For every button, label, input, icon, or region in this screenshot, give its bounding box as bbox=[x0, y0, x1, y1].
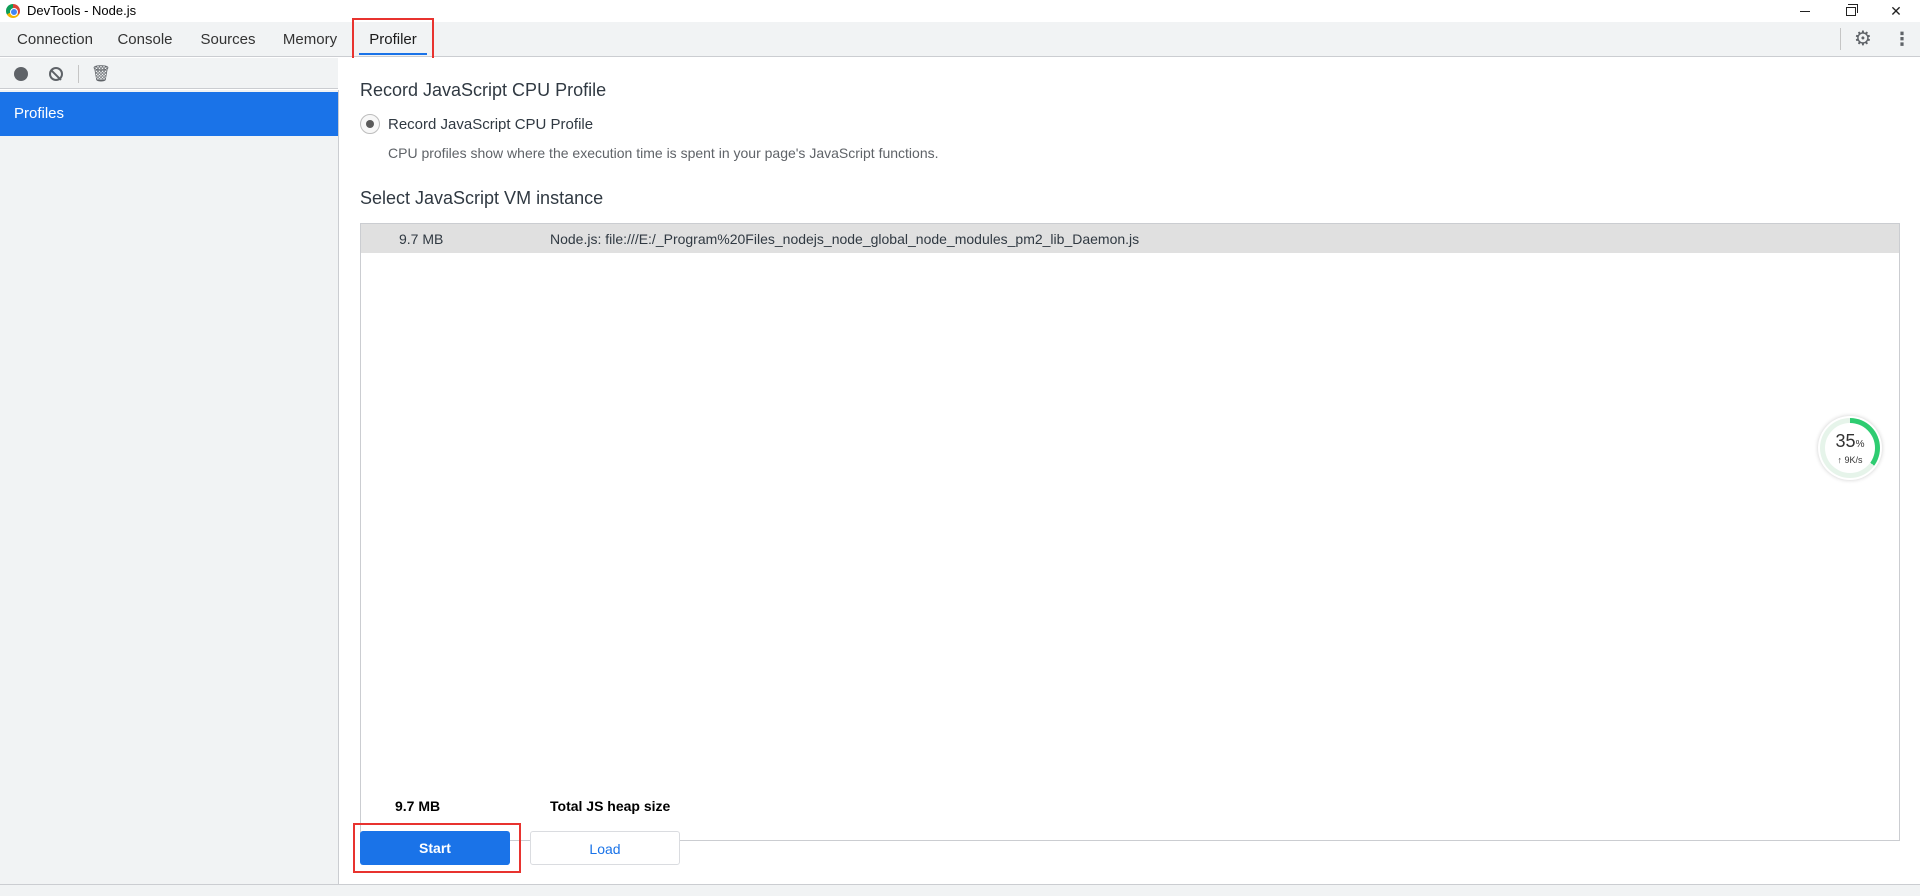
speed-percent: 35% bbox=[1825, 431, 1875, 452]
speed-inner: 35% ↑ 9K/s bbox=[1825, 423, 1875, 473]
minimize-button[interactable] bbox=[1785, 0, 1825, 22]
tab-console[interactable]: Console bbox=[117, 22, 173, 57]
kebab-menu-icon[interactable]: ⋮ bbox=[1893, 28, 1911, 50]
speed-percent-value: 35 bbox=[1835, 431, 1856, 451]
total-heap-size-label: Total JS heap size bbox=[550, 798, 671, 814]
restore-icon bbox=[1846, 3, 1858, 16]
profiler-main-panel: Record JavaScript CPU Profile Record Jav… bbox=[340, 58, 1920, 884]
chrome-icon bbox=[6, 4, 20, 18]
minimize-icon bbox=[1800, 10, 1810, 12]
speed-rate: ↑ 9K/s bbox=[1837, 455, 1863, 465]
cpu-profile-radio-label[interactable]: Record JavaScript CPU Profile bbox=[388, 116, 593, 133]
load-button[interactable]: Load bbox=[530, 831, 680, 865]
close-button[interactable]: ✕ bbox=[1876, 0, 1916, 22]
speed-progress-ring: 35% ↑ 9K/s bbox=[1820, 418, 1880, 478]
vm-instance-list: 9.7 MB Node.js: file:///E:/_Program%20Fi… bbox=[360, 223, 1900, 841]
toolbar-divider bbox=[78, 65, 79, 83]
drawer-bar bbox=[0, 884, 1920, 896]
toolbar-divider bbox=[1840, 28, 1841, 50]
vm-instance-heading: Select JavaScript VM instance bbox=[360, 188, 604, 208]
trash-icon: 🗑 bbox=[90, 66, 112, 83]
clear-button[interactable] bbox=[45, 63, 67, 85]
gear-icon[interactable]: ⚙ bbox=[1852, 28, 1874, 50]
sidebar-item-profiles[interactable]: Profiles bbox=[0, 92, 338, 136]
window-title: DevTools - Node.js bbox=[27, 3, 137, 18]
tab-memory[interactable]: Memory bbox=[281, 22, 339, 57]
tab-profiler-label: Profiler bbox=[369, 31, 417, 48]
network-speed-widget[interactable]: 35% ↑ 9K/s bbox=[1818, 416, 1882, 480]
profiles-toolbar: 🗑 bbox=[0, 58, 338, 89]
clear-icon bbox=[49, 67, 63, 81]
tab-profiler[interactable]: Profiler bbox=[359, 22, 427, 57]
close-icon: ✕ bbox=[1890, 2, 1902, 19]
total-heap-size-value: 9.7 MB bbox=[395, 798, 441, 814]
tab-sources[interactable]: Sources bbox=[200, 22, 256, 57]
vm-instance-name: Node.js: file:///E:/_Program%20Files_nod… bbox=[550, 231, 1140, 247]
profiles-sidebar: Profiles bbox=[0, 90, 339, 884]
panel-tab-bar: Connection Console Sources Memory Profil… bbox=[0, 22, 1920, 57]
record-button[interactable] bbox=[10, 63, 32, 85]
start-button[interactable]: Start bbox=[360, 831, 510, 865]
profile-type-heading: Record JavaScript CPU Profile bbox=[360, 80, 607, 100]
speed-percent-unit: % bbox=[1855, 439, 1865, 450]
cpu-profile-description: CPU profiles show where the execution ti… bbox=[388, 145, 939, 161]
vm-instance-size: 9.7 MB bbox=[399, 231, 444, 247]
delete-button[interactable]: 🗑 bbox=[90, 63, 112, 85]
title-bar: DevTools - Node.js ✕ bbox=[0, 0, 1920, 22]
tab-connection[interactable]: Connection bbox=[14, 22, 96, 57]
record-icon bbox=[14, 67, 28, 81]
active-tab-indicator bbox=[359, 53, 427, 55]
cpu-profile-radio[interactable] bbox=[360, 114, 380, 134]
vm-instance-row[interactable]: 9.7 MB Node.js: file:///E:/_Program%20Fi… bbox=[361, 224, 1899, 253]
restore-button[interactable] bbox=[1831, 0, 1871, 22]
